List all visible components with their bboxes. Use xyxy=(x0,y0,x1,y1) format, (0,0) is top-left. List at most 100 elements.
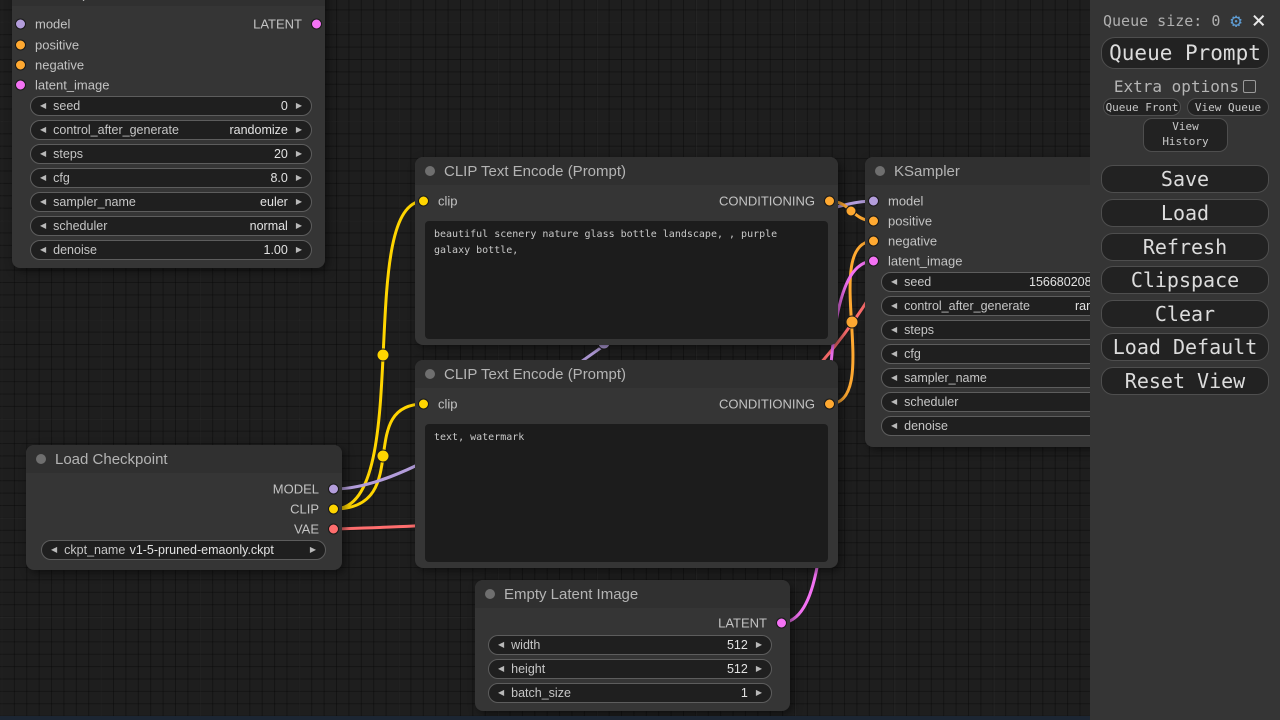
widget-ckpt-name[interactable]: ◀ ckpt_name v1-5-pruned-emaonly.ckpt ▶ xyxy=(41,540,326,560)
widget-sampler-name[interactable]: ◀ sampler_name euler ▶ xyxy=(30,192,312,212)
node-title-bar[interactable]: CLIP Text Encode (Prompt) xyxy=(415,157,838,185)
output-port-latent[interactable]: LATENT xyxy=(718,616,787,631)
decrement-arrow-icon[interactable]: ◀ xyxy=(40,198,46,206)
queue-front-button[interactable]: Queue Front xyxy=(1103,98,1181,116)
increment-arrow-icon[interactable]: ▶ xyxy=(296,246,302,254)
decrement-arrow-icon[interactable]: ◀ xyxy=(498,641,504,649)
conditioning-port-icon[interactable] xyxy=(824,196,835,207)
conditioning-port-icon[interactable] xyxy=(824,399,835,410)
reset-view-button[interactable]: Reset View xyxy=(1101,367,1269,395)
node-collapse-dot[interactable] xyxy=(485,589,495,599)
load-default-button[interactable]: Load Default xyxy=(1101,333,1269,361)
decrement-arrow-icon[interactable]: ◀ xyxy=(40,174,46,182)
conditioning-port-icon[interactable] xyxy=(868,236,879,247)
decrement-arrow-icon[interactable]: ◀ xyxy=(891,326,897,334)
decrement-arrow-icon[interactable]: ◀ xyxy=(40,246,46,254)
clip-port-icon[interactable] xyxy=(418,399,429,410)
widget-batch-size[interactable]: ◀ batch_size 1 ▶ xyxy=(488,683,772,703)
model-port-icon[interactable] xyxy=(328,484,339,495)
decrement-arrow-icon[interactable]: ◀ xyxy=(891,398,897,406)
input-port-clip[interactable]: clip xyxy=(418,194,458,209)
widget-control-after-generate[interactable]: ◀ control_after_generate randomize ▶ xyxy=(30,120,312,140)
increment-arrow-icon[interactable]: ▶ xyxy=(296,102,302,110)
prompt-textarea[interactable]: beautiful scenery nature glass bottle la… xyxy=(425,221,828,339)
wire-midpoint-dot[interactable] xyxy=(846,206,856,216)
input-port-negative[interactable]: negative xyxy=(15,58,84,73)
decrement-arrow-icon[interactable]: ◀ xyxy=(498,689,504,697)
conditioning-port-icon[interactable] xyxy=(868,216,879,227)
refresh-button[interactable]: Refresh xyxy=(1101,233,1269,261)
save-button[interactable]: Save xyxy=(1101,165,1269,193)
latent-port-icon[interactable] xyxy=(15,80,26,91)
output-port-conditioning[interactable]: CONDITIONING xyxy=(719,397,835,412)
vae-port-icon[interactable] xyxy=(328,524,339,535)
input-port-model[interactable]: model xyxy=(868,194,923,209)
view-queue-button[interactable]: View Queue xyxy=(1187,98,1269,116)
clip-port-icon[interactable] xyxy=(328,504,339,515)
node-empty-latent-image[interactable]: Empty Latent Image LATENT ◀ width 512 ▶ … xyxy=(475,580,790,711)
decrement-arrow-icon[interactable]: ◀ xyxy=(40,126,46,134)
node-load-checkpoint[interactable]: Load Checkpoint MODEL CLIP VAE ◀ ckpt_na… xyxy=(26,445,342,570)
node-collapse-dot[interactable] xyxy=(875,166,885,176)
widget-steps[interactable]: ◀ steps 20 ▶ xyxy=(30,144,312,164)
wire-midpoint-dot[interactable] xyxy=(377,450,389,462)
input-port-latent-image[interactable]: latent_image xyxy=(15,78,109,93)
decrement-arrow-icon[interactable]: ◀ xyxy=(891,302,897,310)
latent-port-icon[interactable] xyxy=(868,256,879,267)
input-port-latent-image[interactable]: latent_image xyxy=(868,254,962,269)
decrement-arrow-icon[interactable]: ◀ xyxy=(891,422,897,430)
extra-options-checkbox[interactable] xyxy=(1243,80,1256,93)
decrement-arrow-icon[interactable]: ◀ xyxy=(51,546,57,554)
widget-denoise[interactable]: ◀ denoise 1.00 ▶ xyxy=(30,240,312,260)
node-clip-text-encode-negative[interactable]: CLIP Text Encode (Prompt) clip CONDITION… xyxy=(415,360,838,568)
wire-midpoint-dot[interactable] xyxy=(846,316,858,328)
input-port-positive[interactable]: positive xyxy=(15,38,79,53)
widget-height[interactable]: ◀ height 512 ▶ xyxy=(488,659,772,679)
decrement-arrow-icon[interactable]: ◀ xyxy=(40,150,46,158)
increment-arrow-icon[interactable]: ▶ xyxy=(296,126,302,134)
input-port-model[interactable]: model xyxy=(15,17,70,32)
clipspace-button[interactable]: Clipspace xyxy=(1101,266,1269,294)
load-button[interactable]: Load xyxy=(1101,199,1269,227)
model-port-icon[interactable] xyxy=(868,196,879,207)
node-title-bar[interactable]: Load Checkpoint xyxy=(26,445,342,473)
clip-port-icon[interactable] xyxy=(418,196,429,207)
increment-arrow-icon[interactable]: ▶ xyxy=(296,198,302,206)
output-port-vae[interactable]: VAE xyxy=(294,522,339,537)
input-port-negative[interactable]: negative xyxy=(868,234,937,249)
decrement-arrow-icon[interactable]: ◀ xyxy=(891,350,897,358)
output-port-model[interactable]: MODEL xyxy=(273,482,339,497)
input-port-positive[interactable]: positive xyxy=(868,214,932,229)
widget-cfg[interactable]: ◀ cfg 8.0 ▶ xyxy=(30,168,312,188)
output-port-conditioning[interactable]: CONDITIONING xyxy=(719,194,835,209)
increment-arrow-icon[interactable]: ▶ xyxy=(296,174,302,182)
node-collapse-dot[interactable] xyxy=(36,454,46,464)
output-port-latent[interactable]: LATENT xyxy=(253,17,322,32)
wire-midpoint-dot[interactable] xyxy=(377,349,389,361)
settings-gear-icon[interactable]: ⚙ xyxy=(1230,12,1241,31)
node-title-bar[interactable]: KSampler xyxy=(12,0,325,6)
widget-width[interactable]: ◀ width 512 ▶ xyxy=(488,635,772,655)
clear-button[interactable]: Clear xyxy=(1101,300,1269,328)
decrement-arrow-icon[interactable]: ◀ xyxy=(40,222,46,230)
increment-arrow-icon[interactable]: ▶ xyxy=(296,150,302,158)
widget-scheduler[interactable]: ◀ scheduler normal ▶ xyxy=(30,216,312,236)
latent-port-icon[interactable] xyxy=(311,19,322,30)
decrement-arrow-icon[interactable]: ◀ xyxy=(891,374,897,382)
increment-arrow-icon[interactable]: ▶ xyxy=(756,641,762,649)
decrement-arrow-icon[interactable]: ◀ xyxy=(891,278,897,286)
output-port-clip[interactable]: CLIP xyxy=(290,502,339,517)
input-port-clip[interactable]: clip xyxy=(418,397,458,412)
increment-arrow-icon[interactable]: ▶ xyxy=(756,689,762,697)
decrement-arrow-icon[interactable]: ◀ xyxy=(40,102,46,110)
increment-arrow-icon[interactable]: ▶ xyxy=(296,222,302,230)
widget-seed[interactable]: ◀ seed 0 ▶ xyxy=(30,96,312,116)
conditioning-port-icon[interactable] xyxy=(15,40,26,51)
prompt-textarea[interactable]: text, watermark xyxy=(425,424,828,562)
decrement-arrow-icon[interactable]: ◀ xyxy=(498,665,504,673)
node-collapse-dot[interactable] xyxy=(425,369,435,379)
node-clip-text-encode-positive[interactable]: CLIP Text Encode (Prompt) clip CONDITION… xyxy=(415,157,838,345)
model-port-icon[interactable] xyxy=(15,19,26,30)
conditioning-port-icon[interactable] xyxy=(15,60,26,71)
latent-port-icon[interactable] xyxy=(776,618,787,629)
